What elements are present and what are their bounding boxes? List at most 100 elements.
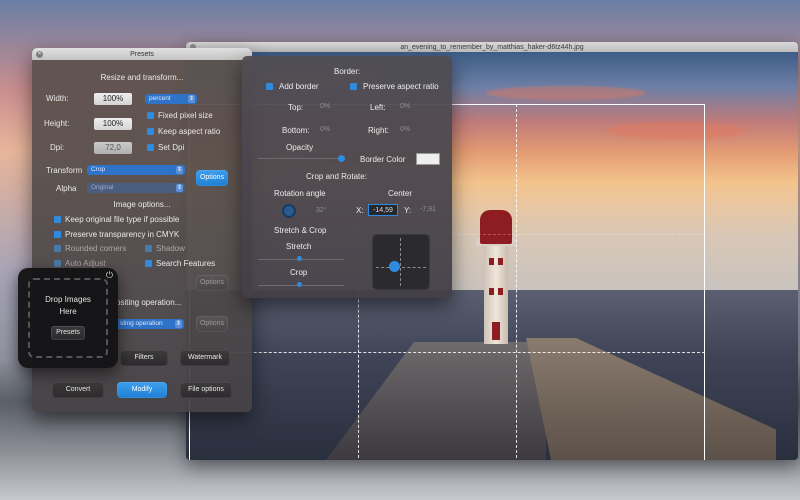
left-label: Left: — [370, 103, 386, 112]
pad-guide-vertical — [400, 238, 401, 286]
preserve-aspect-ratio-checkbox[interactable] — [350, 83, 357, 90]
right-value[interactable]: 0% — [400, 126, 410, 133]
image-options-heading: Image options... — [113, 200, 171, 209]
crop-label: Crop — [290, 268, 308, 277]
opacity-label: Opacity — [286, 143, 314, 152]
auto-adjust-label: Auto Adjust — [65, 259, 106, 268]
preserve-transparency-label: Preserve transparency in CMYK — [65, 230, 180, 239]
add-border-checkbox[interactable] — [266, 83, 273, 90]
width-unit-value: percent — [149, 95, 171, 102]
left-value[interactable]: 0% — [400, 103, 410, 110]
center-x-label: X: — [356, 206, 364, 215]
transform-label: Transform — [46, 166, 83, 175]
center-position-pad[interactable] — [372, 234, 430, 290]
stretch-label: Stretch — [286, 242, 312, 251]
bottom-label: Bottom: — [282, 126, 310, 135]
fixed-pixel-size-checkbox[interactable] — [147, 112, 154, 119]
center-position-handle[interactable] — [389, 261, 400, 272]
border-heading: Border: — [334, 67, 361, 76]
power-icon[interactable]: ⏻ — [106, 270, 113, 281]
search-features-label: Search Features — [156, 259, 216, 268]
compositing-options-button[interactable]: Options — [196, 316, 228, 332]
crop-guide-vertical — [516, 104, 517, 460]
transform-select[interactable]: Crop ⇕ — [87, 165, 185, 175]
pad-guide-horizontal — [376, 267, 426, 268]
preserve-transparency-checkbox[interactable] — [54, 231, 61, 238]
shadow-checkbox[interactable] — [145, 245, 152, 252]
width-field[interactable]: 100% — [94, 93, 132, 105]
set-dpi-label: Set Dpi — [158, 143, 185, 152]
photo-window-titlebar[interactable]: an_evening_to_remember_by_matthias_haker… — [186, 42, 798, 52]
drop-text: Drop Images Here — [18, 294, 118, 318]
rotation-angle-label: Rotation angle — [274, 189, 326, 198]
stretch-slider-knob[interactable] — [297, 256, 302, 261]
keep-original-type-label: Keep original file type if possible — [65, 215, 180, 224]
preserve-aspect-ratio-label: Preserve aspect ratio — [363, 82, 439, 91]
width-unit-select[interactable]: percent ⇕ — [145, 94, 197, 104]
drop-images-widget[interactable]: ⏻ Drop Images Here Presets — [18, 268, 118, 368]
dpi-label: Dpi: — [50, 143, 65, 152]
right-label: Right: — [368, 126, 389, 135]
crop-slider-knob[interactable] — [297, 282, 302, 287]
rotation-knob[interactable] — [282, 204, 296, 218]
modify-button[interactable]: Modify — [117, 382, 167, 398]
resize-heading: Resize and transform... — [100, 73, 184, 82]
alpha-select[interactable]: Original ⇕ — [87, 183, 185, 193]
top-label: Top: — [288, 103, 304, 112]
photo-window-title: an_evening_to_remember_by_matthias_haker… — [400, 43, 584, 51]
rotation-value[interactable]: 32° — [316, 207, 327, 214]
set-dpi-checkbox[interactable] — [147, 144, 154, 151]
rounded-corners-checkbox[interactable] — [54, 245, 61, 252]
auto-adjust-checkbox[interactable] — [54, 260, 61, 267]
keep-original-type-checkbox[interactable] — [54, 216, 61, 223]
options-panel: Border: Add border Preserve aspect ratio… — [242, 56, 452, 298]
rounded-corners-label: Rounded corners — [65, 244, 127, 253]
drop-text-line2: Here — [59, 307, 77, 316]
bottom-value[interactable]: 0% — [320, 126, 330, 133]
stretch-crop-heading: Stretch & Crop — [274, 226, 327, 235]
crop-guide-horizontal — [189, 352, 705, 353]
height-label: Height: — [44, 119, 70, 128]
image-options-button[interactable]: Options — [196, 275, 228, 291]
compositing-value: sting operation — [120, 320, 163, 327]
file-options-button[interactable]: File options — [180, 382, 232, 398]
add-border-label: Add border — [279, 82, 319, 91]
keep-aspect-ratio-checkbox[interactable] — [147, 128, 154, 135]
compositing-heading: ositing operation... — [116, 298, 182, 307]
presets-title: Presets — [130, 50, 154, 58]
width-label: Width: — [46, 94, 69, 103]
chevron-updown-icon: ⇕ — [175, 320, 182, 328]
dpi-field[interactable]: 72,0 — [94, 142, 132, 154]
presets-button[interactable]: Presets — [51, 326, 85, 340]
close-icon[interactable]: × — [36, 51, 43, 58]
presets-titlebar[interactable]: × Presets — [32, 48, 252, 60]
center-y-value[interactable]: -7,91 — [420, 206, 436, 213]
center-x-field[interactable]: -14,59 — [368, 204, 398, 216]
compositing-select[interactable]: sting operation ⇕ — [116, 319, 184, 329]
chevron-updown-icon: ⇕ — [188, 95, 195, 103]
crop-rotate-heading: Crop and Rotate: — [306, 172, 367, 181]
watermark-button[interactable]: Watermark — [180, 350, 230, 366]
center-y-label: Y: — [404, 206, 412, 215]
filters-button[interactable]: Filters — [120, 350, 168, 366]
height-field[interactable]: 100% — [94, 118, 132, 130]
drop-text-line1: Drop Images — [45, 295, 91, 304]
chevron-updown-icon: ⇕ — [176, 166, 183, 174]
keep-aspect-ratio-label: Keep aspect ratio — [158, 127, 221, 136]
opacity-slider-knob[interactable] — [338, 155, 345, 162]
transform-options-button[interactable]: Options — [196, 170, 228, 186]
alpha-value: Original — [91, 184, 114, 191]
drop-zone[interactable] — [28, 278, 108, 358]
opacity-slider-track[interactable] — [258, 158, 344, 159]
fixed-pixel-size-label: Fixed pixel size — [158, 111, 213, 120]
border-color-label: Border Color — [360, 155, 406, 164]
border-color-well[interactable] — [416, 153, 440, 165]
alpha-label: Alpha — [56, 184, 77, 193]
center-label: Center — [388, 189, 413, 198]
shadow-label: Shadow — [156, 244, 185, 253]
photo-cloud — [486, 86, 646, 100]
top-value[interactable]: 0% — [320, 103, 330, 110]
search-features-checkbox[interactable] — [145, 260, 152, 267]
chevron-updown-icon: ⇕ — [176, 184, 183, 192]
convert-button[interactable]: Convert — [52, 382, 104, 398]
